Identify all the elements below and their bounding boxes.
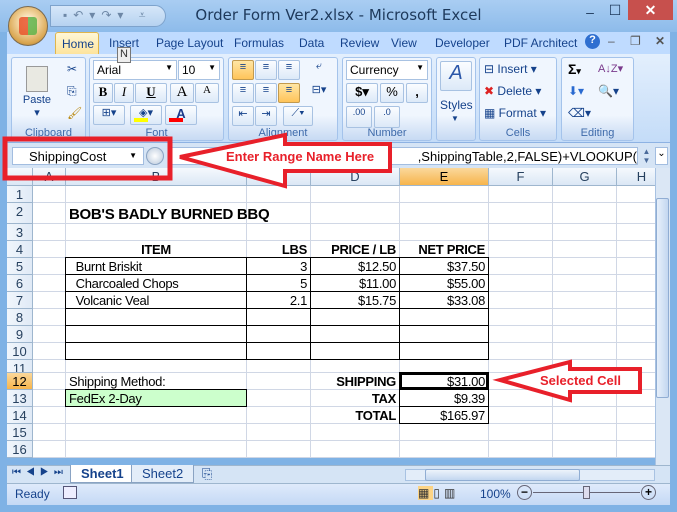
range-name-highlight-box xyxy=(2,136,173,181)
range-name-annotation: Enter Range Name Here xyxy=(226,149,375,164)
annotation-layer xyxy=(2,132,642,403)
selected-cell-annotation: Selected Cell xyxy=(540,373,621,388)
